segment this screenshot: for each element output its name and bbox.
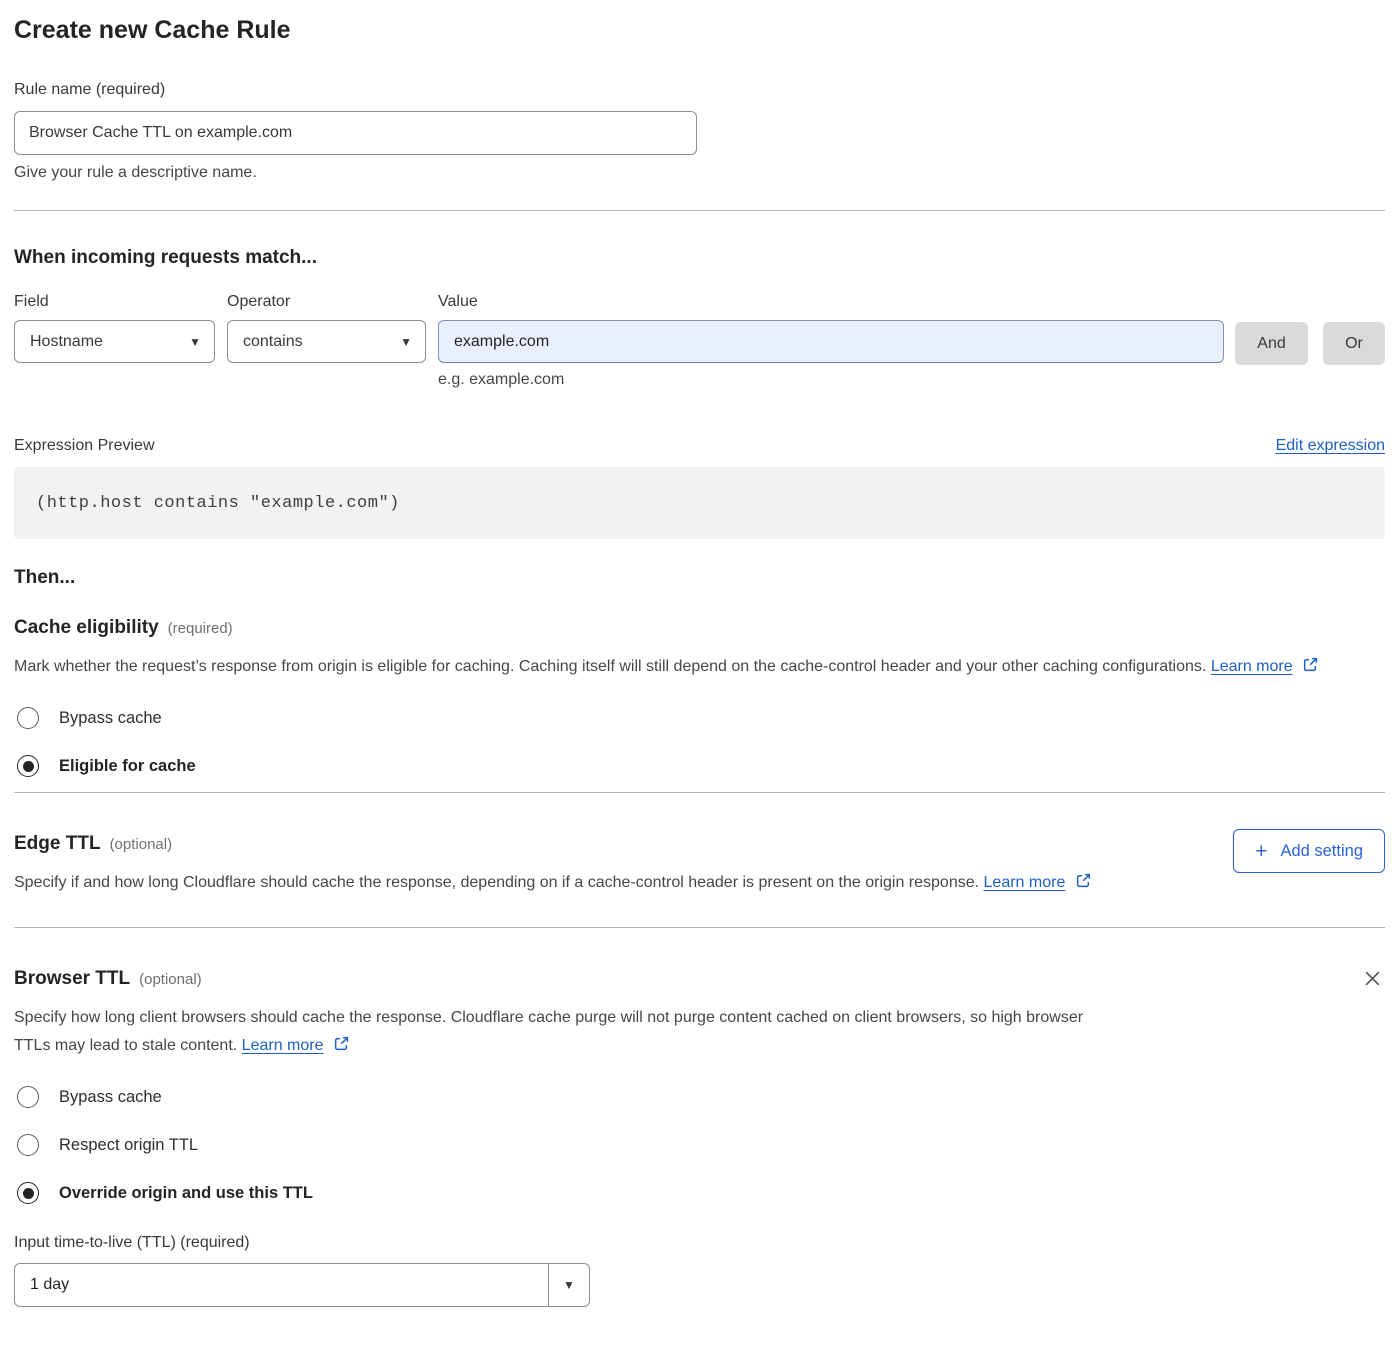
learn-more-link[interactable]: Learn more (984, 874, 1066, 891)
close-browser-ttl-button[interactable] (1360, 966, 1385, 994)
radio-eligible-for-cache[interactable]: Eligible for cache (14, 755, 1385, 777)
external-link-icon (1075, 872, 1092, 889)
ttl-select-arrow[interactable]: ▼ (548, 1264, 589, 1306)
rule-name-input[interactable] (14, 111, 697, 155)
page-title: Create new Cache Rule (14, 16, 1385, 45)
radio-circle-checked (17, 1182, 39, 1204)
ttl-input-label: Input time-to-live (TTL) (required) (14, 1234, 1385, 1252)
divider (14, 792, 1385, 793)
operator-label: Operator (227, 293, 426, 311)
rule-name-help: Give your rule a descriptive name. (14, 164, 1385, 182)
rule-name-label: Rule name (required) (14, 81, 1385, 99)
value-label: Value (438, 293, 1224, 311)
cache-eligibility-description: Mark whether the request’s response from… (14, 653, 1354, 681)
expression-code: (http.host contains "example.com") (36, 494, 400, 513)
edge-ttl-description: Specify if and how long Cloudflare shoul… (14, 869, 1114, 897)
radio-override-origin-ttl[interactable]: Override origin and use this TTL (14, 1182, 1385, 1204)
field-label: Field (14, 293, 215, 311)
radio-circle-checked (17, 755, 39, 777)
cache-eligibility-title: Cache eligibility (14, 617, 159, 639)
radio-respect-origin-ttl[interactable]: Respect origin TTL (14, 1134, 1385, 1156)
expression-code-block: (http.host contains "example.com") (14, 467, 1385, 539)
field-select-value: Hostname (30, 333, 103, 351)
chevron-down-icon: ▼ (563, 1279, 575, 1291)
divider (14, 210, 1385, 211)
external-link-icon (1302, 656, 1319, 673)
expression-preview-label: Expression Preview (14, 437, 155, 455)
match-heading: When incoming requests match... (14, 247, 1385, 269)
operator-select-value: contains (243, 333, 303, 351)
optional-badge: (optional) (110, 836, 173, 853)
browser-ttl-description: Specify how long client browsers should … (14, 1004, 1114, 1060)
then-heading: Then... (14, 567, 1385, 589)
and-button[interactable]: And (1235, 322, 1308, 365)
value-help: e.g. example.com (438, 371, 1224, 389)
external-link-icon (333, 1035, 350, 1052)
radio-browser-bypass-cache[interactable]: Bypass cache (14, 1086, 1385, 1108)
browser-ttl-title: Browser TTL (14, 968, 130, 990)
plus-icon: + (1255, 841, 1267, 862)
close-icon (1362, 968, 1383, 989)
optional-badge: (optional) (139, 971, 202, 988)
learn-more-link[interactable]: Learn more (242, 1037, 324, 1054)
ttl-select-value: 1 day (15, 1264, 548, 1306)
operator-select[interactable]: contains ▼ (227, 320, 426, 363)
match-row: Field Hostname ▼ Operator contains ▼ Val… (14, 293, 1385, 389)
value-input[interactable] (438, 320, 1224, 363)
edit-expression-link[interactable]: Edit expression (1276, 437, 1385, 455)
ttl-select[interactable]: 1 day ▼ (14, 1263, 590, 1307)
radio-circle-unchecked (17, 1134, 39, 1156)
add-setting-button[interactable]: + Add setting (1233, 829, 1385, 873)
edge-ttl-title: Edge TTL (14, 833, 101, 855)
radio-circle-unchecked (17, 1086, 39, 1108)
or-button[interactable]: Or (1323, 322, 1385, 365)
field-select[interactable]: Hostname ▼ (14, 320, 215, 363)
learn-more-link[interactable]: Learn more (1211, 658, 1293, 675)
divider (14, 927, 1385, 928)
required-badge: (required) (168, 620, 233, 637)
chevron-down-icon: ▼ (400, 336, 412, 348)
radio-circle-unchecked (17, 707, 39, 729)
chevron-down-icon: ▼ (189, 336, 201, 348)
radio-bypass-cache[interactable]: Bypass cache (14, 707, 1385, 729)
